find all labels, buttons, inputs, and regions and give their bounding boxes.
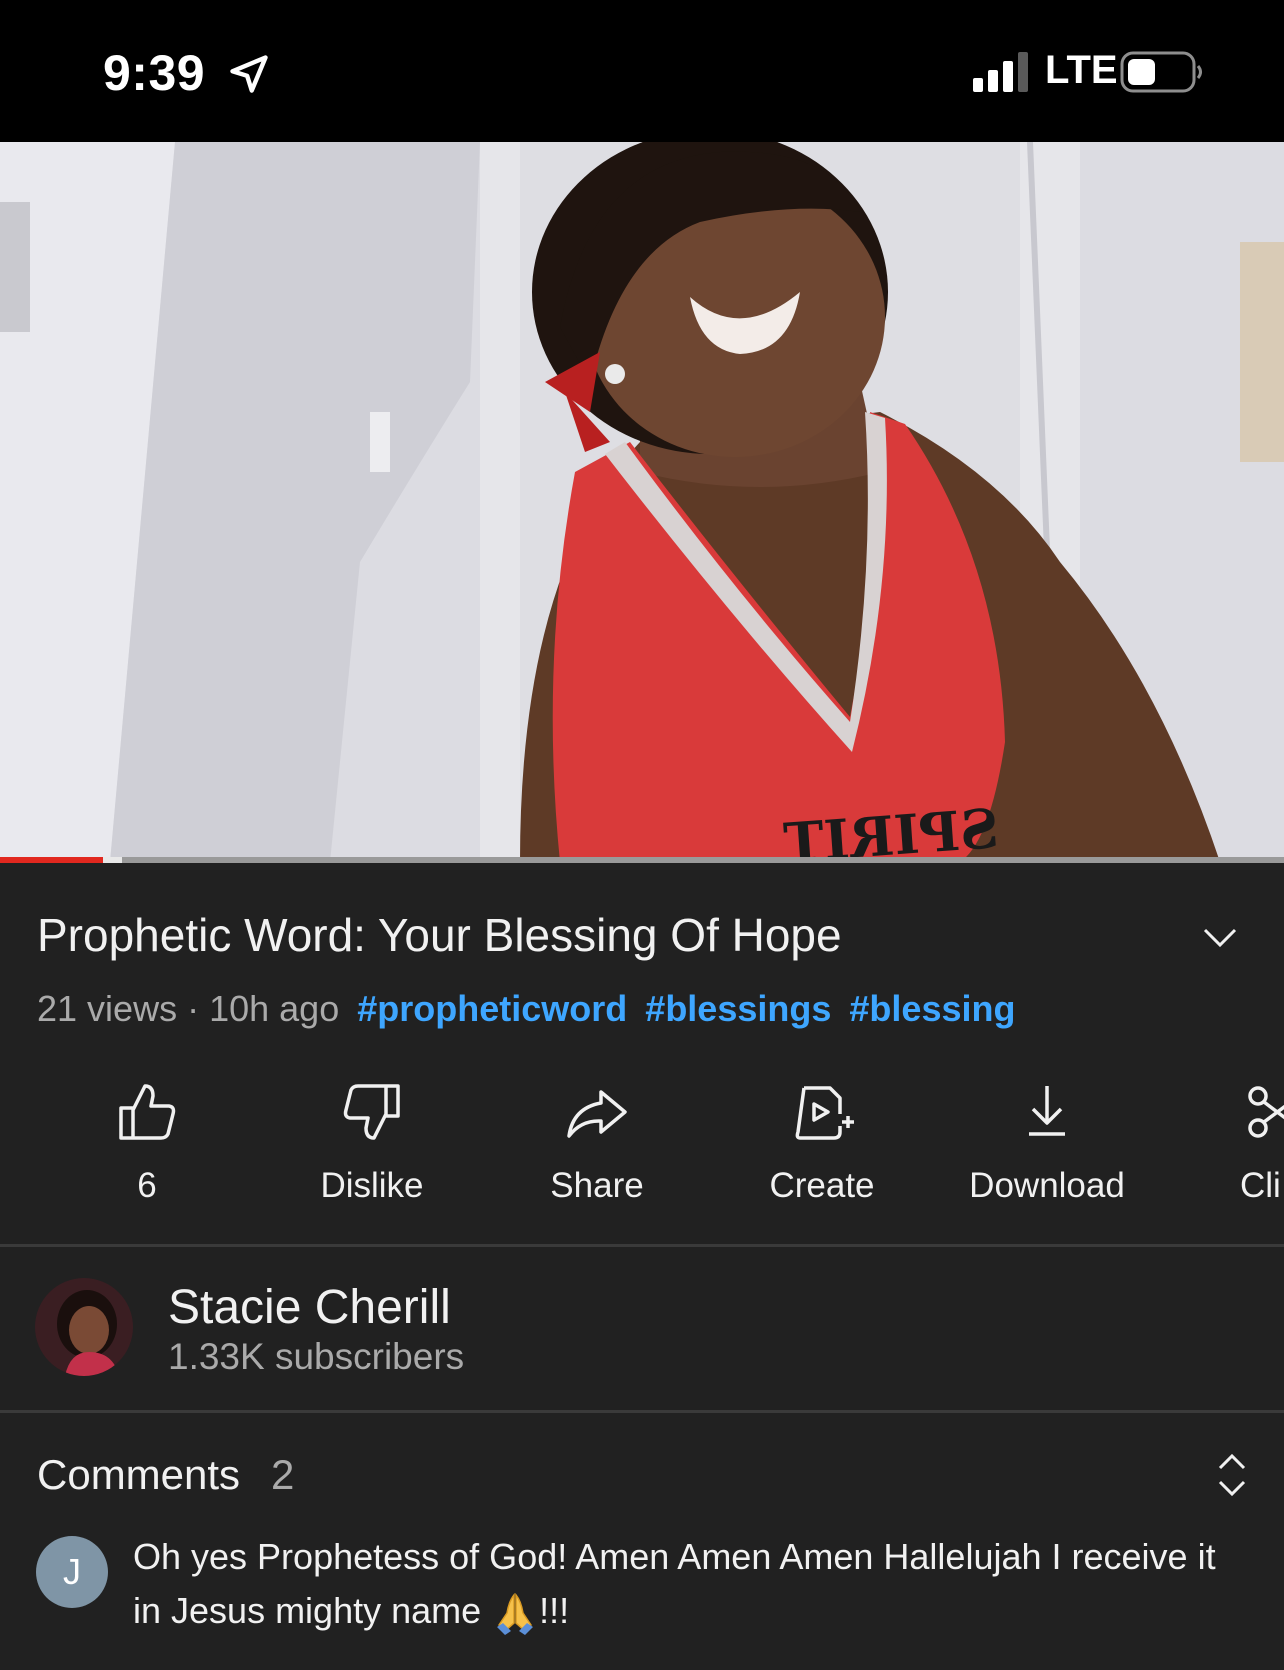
hashtag-link[interactable]: #propheticword (357, 988, 627, 1029)
progress-played (0, 857, 103, 863)
chevron-down-icon[interactable] (1202, 924, 1238, 952)
comment-body-end: !!! (539, 1590, 570, 1631)
share-button[interactable]: Share (497, 1080, 697, 1206)
battery-icon (1120, 51, 1202, 93)
like-button[interactable]: 6 (47, 1080, 247, 1206)
thumbs-up-icon (119, 1084, 176, 1140)
scissors-icon (1248, 1086, 1284, 1138)
download-icon (1029, 1086, 1065, 1136)
expand-collapse-icon[interactable] (1216, 1452, 1248, 1498)
video-meta[interactable]: 21 views · 10h ago #propheticword #bless… (37, 988, 1015, 1030)
comments-count: 2 (271, 1451, 295, 1498)
comments-heading[interactable]: Comments (37, 1451, 240, 1499)
meta-separator: · (187, 988, 200, 1029)
video-title[interactable]: Prophetic Word: Your Blessing Of Hope (37, 908, 842, 962)
video-player[interactable]: SPIRIT (0, 142, 1284, 862)
hashtag-link[interactable]: #blessing (849, 988, 1015, 1029)
status-time: 9:39 (103, 45, 206, 101)
channel-name[interactable]: Stacie Cherill (168, 1280, 451, 1335)
create-icon (795, 1086, 854, 1140)
cellular-signal-icon (973, 52, 1028, 92)
action-row: 6 Dislike Share Create Download Cli (0, 1080, 1284, 1230)
hashtag-link[interactable]: #blessings (645, 988, 831, 1029)
commenter-avatar[interactable]: J (36, 1536, 108, 1608)
status-bar: 9:39 LTE (0, 0, 1284, 142)
share-arrow-icon (567, 1090, 627, 1138)
view-count: 21 views (37, 988, 178, 1029)
channel-avatar[interactable] (35, 1278, 133, 1376)
folded-hands-icon (497, 1593, 534, 1636)
create-label: Create (769, 1166, 875, 1205)
video-progress-bar[interactable] (0, 857, 1284, 863)
comment-body: Oh yes Prophetess of God! Amen Amen Amen… (133, 1536, 1216, 1631)
avatar-image (35, 1278, 133, 1376)
dislike-label: Dislike (320, 1166, 424, 1205)
comment-text[interactable]: Oh yes Prophetess of God! Amen Amen Amen… (133, 1530, 1253, 1638)
create-button[interactable]: Create (722, 1080, 922, 1206)
download-button[interactable]: Download (947, 1080, 1147, 1206)
download-label: Download (969, 1166, 1125, 1205)
network-type: LTE (1045, 48, 1118, 92)
like-count: 6 (137, 1166, 157, 1205)
divider (0, 1410, 1284, 1413)
divider (0, 1244, 1284, 1247)
thumbs-down-icon (343, 1084, 400, 1140)
upload-age: 10h ago (209, 988, 340, 1029)
clip-button[interactable]: Cli (1172, 1080, 1284, 1206)
share-label: Share (550, 1166, 644, 1205)
dislike-button[interactable]: Dislike (272, 1080, 472, 1206)
location-arrow-icon (230, 55, 268, 93)
video-frame-image: SPIRIT (0, 142, 1284, 862)
subscriber-count: 1.33K subscribers (168, 1336, 465, 1377)
clip-label: Cli (1240, 1166, 1281, 1205)
